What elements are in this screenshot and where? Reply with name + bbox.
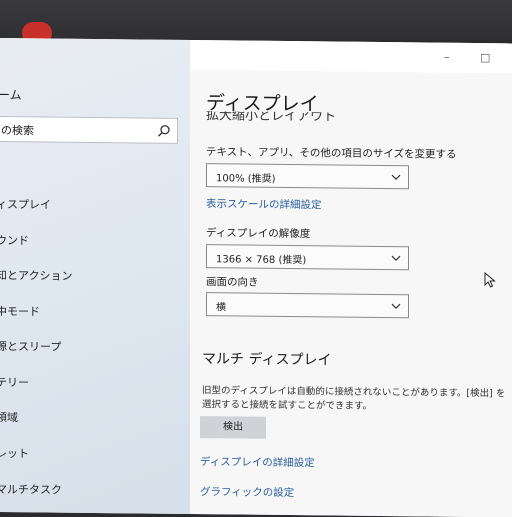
sidebar-item-focus[interactable]: 中モード bbox=[0, 303, 40, 319]
scale-value: 100% (推奨) bbox=[216, 173, 276, 185]
orientation-label: 画面の向き bbox=[206, 276, 259, 289]
orientation-dropdown[interactable]: 横 bbox=[206, 292, 409, 319]
search-icon bbox=[158, 125, 170, 137]
resolution-label: ディスプレイの解像度 bbox=[206, 227, 311, 241]
search-input[interactable]: の検索 bbox=[0, 115, 178, 144]
sidebar-item-power[interactable]: 源とスリープ bbox=[0, 338, 61, 355]
sidebar-item-multitask[interactable]: マルチタスク bbox=[0, 481, 62, 498]
chevron-down-icon bbox=[391, 303, 401, 309]
advanced-scaling-link[interactable]: 表示スケールの詳細設定 bbox=[206, 196, 322, 212]
resolution-value: 1366 × 768 (推奨) bbox=[216, 254, 307, 267]
sidebar-item-battery[interactable]: テリー bbox=[0, 374, 29, 390]
chevron-down-icon bbox=[391, 174, 401, 180]
settings-window: ーム の検索 ィスプレイ ウンド 知とアクション 中モード 源とスリープ テリー… bbox=[0, 38, 512, 517]
multi-display-description: 旧型のディスプレイは自動的に接続されないことがあります。[検出] を選択すると接… bbox=[202, 385, 506, 412]
resolution-dropdown[interactable]: 1366 × 768 (推奨) bbox=[206, 244, 409, 271]
search-placeholder: の検索 bbox=[1, 124, 34, 138]
advanced-display-link[interactable]: ディスプレイの詳細設定 bbox=[200, 454, 315, 470]
sidebar-item-display[interactable]: ィスプレイ bbox=[0, 196, 51, 213]
graphics-settings-link[interactable]: グラフィックの設定 bbox=[200, 484, 294, 500]
sidebar: ーム の検索 ィスプレイ ウンド 知とアクション 中モード 源とスリープ テリー… bbox=[0, 38, 190, 514]
multi-display-heading: マルチ ディスプレイ bbox=[202, 351, 332, 369]
maximize-button[interactable]: □ bbox=[480, 51, 490, 64]
scale-label: テキスト、アプリ、その他の項目のサイズを変更する bbox=[206, 146, 457, 161]
scale-layout-heading: 拡大縮小とレイアウト bbox=[206, 111, 337, 125]
mouse-cursor-icon bbox=[484, 272, 496, 288]
sidebar-item-tablet[interactable]: レット bbox=[0, 445, 29, 461]
sidebar-item-sound[interactable]: ウンド bbox=[0, 232, 29, 248]
main-content: ディスプレイ 拡大縮小とレイアウト テキスト、アプリ、その他の項目のサイズを変更… bbox=[190, 69, 512, 517]
detect-button[interactable]: 検出 bbox=[200, 416, 266, 439]
desktop-background bbox=[0, 0, 512, 44]
orientation-value: 横 bbox=[216, 302, 226, 314]
scale-dropdown[interactable]: 100% (推奨) bbox=[206, 163, 409, 190]
sidebar-item-storage[interactable]: 領域 bbox=[0, 409, 18, 425]
sidebar-home[interactable]: ーム bbox=[0, 86, 22, 103]
title-bar: – □ bbox=[190, 39, 512, 74]
sidebar-item-notifications[interactable]: 知とアクション bbox=[0, 267, 72, 284]
chevron-down-icon bbox=[391, 255, 401, 261]
minimize-button[interactable]: – bbox=[444, 51, 450, 64]
